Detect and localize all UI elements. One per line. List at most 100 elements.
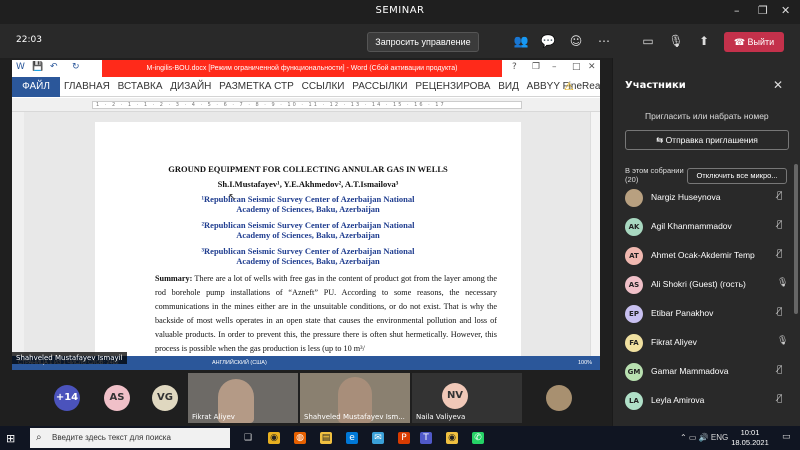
mic-off-icon: 🎙̸	[777, 191, 783, 201]
edge-icon[interactable]: e	[346, 432, 358, 444]
tab-review[interactable]: РЕЦЕНЗИРОВА	[415, 81, 490, 92]
avatar: EP	[625, 305, 643, 323]
participant-row[interactable]: AK Agil Khanmammadov 🎙̸	[625, 215, 793, 239]
summary-text: There are a lot of wells with free gas i…	[155, 274, 497, 353]
participant-row[interactable]: LA Leyla Amirova 🎙̸	[625, 389, 793, 413]
status-zoom[interactable]: 100%	[578, 356, 592, 370]
ribbon-tabs: ФАЙЛ ГЛАВНАЯ ВСТАВКА ДИЗАЙН РАЗМЕТКА СТР…	[12, 77, 600, 97]
participant-row[interactable]: AS Ali Shokri (Guest) (гость) 🎙	[625, 273, 793, 297]
reactions-icon[interactable]: ☺	[568, 33, 584, 49]
request-control-button[interactable]: Запросить управление	[367, 32, 479, 52]
meeting-toolbar: 22:03 Запросить управление 👥 💬 ☺ ⋯ ▭ 🎙 ⬆…	[0, 24, 800, 58]
shared-screen-word: W 💾 ↶ ↻ M-ingilis-BOU.docx [Режим ограни…	[12, 60, 600, 370]
participants-scrollbar[interactable]	[794, 164, 798, 314]
tab-home[interactable]: ГЛАВНАЯ	[64, 81, 110, 92]
share-screen-icon[interactable]: ⬆	[696, 33, 712, 49]
warning-icon[interactable]: ⚠	[564, 80, 574, 93]
participant-row[interactable]: Nargiz Huseynova 🎙̸	[625, 186, 793, 210]
paper-title: GROUND EQUIPMENT FOR COLLECTING ANNULAR …	[168, 164, 448, 174]
tab-design[interactable]: ДИЗАЙН	[170, 81, 211, 92]
taskbar-search-input[interactable]: ⌕ Введите здесь текст для поиска	[30, 428, 230, 448]
tab-mailings[interactable]: РАССЫЛКИ	[352, 81, 407, 92]
meeting-timer: 22:03	[16, 35, 42, 45]
video-tile-3[interactable]: NV Naila Valiyeva	[412, 373, 522, 423]
participant-row[interactable]: FA Fikrat Aliyev 🎙	[625, 331, 793, 355]
undo-icon[interactable]: ↶	[50, 62, 58, 72]
participant-name: Gamar Mammadova	[651, 366, 729, 376]
close-icon[interactable]: ✕	[781, 4, 790, 17]
participant-name: Nargiz Huseynova	[651, 192, 721, 202]
word-maximize-icon[interactable]: □	[572, 62, 581, 72]
status-language[interactable]: АНГЛИЙСКИЙ (США)	[212, 356, 267, 370]
avatar: LA	[625, 392, 643, 410]
mic-off-icon[interactable]: 🎙	[668, 33, 684, 49]
horizontal-ruler: 1 · 2 · 1 · 1 · 2 · 3 · 4 · 5 · 6 · 7 · …	[12, 98, 600, 112]
mail-icon[interactable]: ✉	[372, 432, 384, 444]
word-minimize-icon[interactable]: –	[552, 62, 557, 72]
video-tile-name: Shahveled Mustafayev Ism...	[304, 413, 405, 421]
tab-view[interactable]: ВИД	[498, 81, 519, 92]
participant-name: Leyla Amirova	[651, 395, 705, 405]
tab-file[interactable]: ФАЙЛ	[12, 77, 60, 97]
participant-row[interactable]: EP Etibar Panakhov 🎙̸	[625, 302, 793, 326]
save-icon[interactable]: 💾	[32, 62, 43, 72]
avatar-as[interactable]: AS	[104, 385, 130, 411]
tab-layout[interactable]: РАЗМЕТКА СТР	[219, 81, 294, 92]
mute-all-button[interactable]: Отключить все микро...	[687, 168, 787, 184]
document-page: GROUND EQUIPMENT FOR COLLECTING ANNULAR …	[95, 122, 521, 356]
tab-insert[interactable]: ВСТАВКА	[118, 81, 163, 92]
affiliation-1-line1: ¹Republican Seismic Survey Center of Aze…	[201, 194, 415, 204]
participants-panel: Участники ✕ Пригласить или набрать номер…	[612, 58, 800, 426]
participant-row[interactable]: AT Ahmet Ocak-Akdemir Temp 🎙̸	[625, 244, 793, 268]
in-meeting-section-header[interactable]: В этом собрании (20)	[625, 166, 685, 184]
maximize-icon[interactable]: ❐	[758, 4, 768, 17]
leave-button[interactable]: ☎ Выйти	[724, 32, 784, 52]
powerpoint-icon[interactable]: P	[398, 432, 410, 444]
teams-icon[interactable]: T	[420, 432, 432, 444]
avatar-vg[interactable]: VG	[152, 385, 178, 411]
vertical-ruler	[12, 112, 24, 356]
whatsapp-icon[interactable]: ✆	[472, 432, 484, 444]
invite-input[interactable]: Пригласить или набрать номер	[625, 106, 793, 126]
windows-start-icon[interactable]: ⊞	[6, 432, 15, 445]
document-area: GROUND EQUIPMENT FOR COLLECTING ANNULAR …	[24, 112, 590, 356]
vertical-scrollbar[interactable]	[590, 112, 600, 356]
redo-icon[interactable]: ↻	[72, 62, 80, 72]
paper-summary: Summary: There are a lot of wells with f…	[155, 272, 497, 356]
firefox-icon[interactable]: ◍	[294, 432, 306, 444]
clock-time: 10:01	[740, 428, 760, 437]
chrome-alt-icon[interactable]: ◉	[446, 432, 458, 444]
mic-off-icon: 🎙̸	[777, 220, 783, 230]
camera-off-icon[interactable]: ▭	[640, 33, 656, 49]
share-invite-button[interactable]: ⇆ Отправка приглашения	[625, 130, 789, 150]
word-restore-icon[interactable]: ❐	[532, 62, 540, 72]
tab-references[interactable]: ССЫЛКИ	[302, 81, 345, 92]
overflow-participants-count[interactable]: +14	[54, 385, 80, 411]
word-close-icon[interactable]: ✕	[588, 62, 596, 72]
participants-icon[interactable]: 👥	[513, 33, 529, 49]
task-view-icon[interactable]: ❑	[242, 432, 254, 444]
file-explorer-icon[interactable]: ▤	[320, 432, 332, 444]
affiliation-1-line2: Academy of Sciences, Baku, Azerbaijan	[236, 204, 380, 214]
more-options-icon[interactable]: ⋯	[596, 33, 612, 49]
minimize-icon[interactable]: –	[734, 4, 740, 17]
chrome-icon[interactable]: ◉	[268, 432, 280, 444]
avatar-nv: NV	[442, 383, 468, 409]
avatar-photo[interactable]	[546, 385, 572, 411]
affiliation-3: ³Republican Seismic Survey Center of Aze…	[95, 246, 521, 266]
taskbar-clock[interactable]: 10:01 18.05.2021	[724, 428, 776, 448]
help-icon[interactable]: ?	[512, 62, 517, 72]
video-tile-1[interactable]: Fikrat Aliyev	[188, 373, 298, 423]
word-logo-icon: W	[16, 62, 25, 72]
affiliation-2: ²Republican Seismic Survey Center of Aze…	[95, 220, 521, 240]
system-tray[interactable]: ⌃ ▭ 🔊 ENG	[680, 433, 728, 442]
participant-row[interactable]: GM Gamar Mammadova 🎙̸	[625, 360, 793, 384]
leave-label: Выйти	[747, 37, 775, 47]
chat-icon[interactable]: 💬	[540, 33, 556, 49]
affiliation-2-line1: ²Republican Seismic Survey Center of Aze…	[201, 220, 415, 230]
panel-close-icon[interactable]: ✕	[773, 78, 783, 92]
affiliation-1: ¹Republican Seismic Survey Center of Aze…	[95, 194, 521, 214]
notifications-icon[interactable]: ▭	[782, 432, 791, 442]
share-invite-label: Отправка приглашения	[665, 135, 758, 145]
video-tile-2[interactable]: Shahveled Mustafayev Ism...	[300, 373, 410, 423]
